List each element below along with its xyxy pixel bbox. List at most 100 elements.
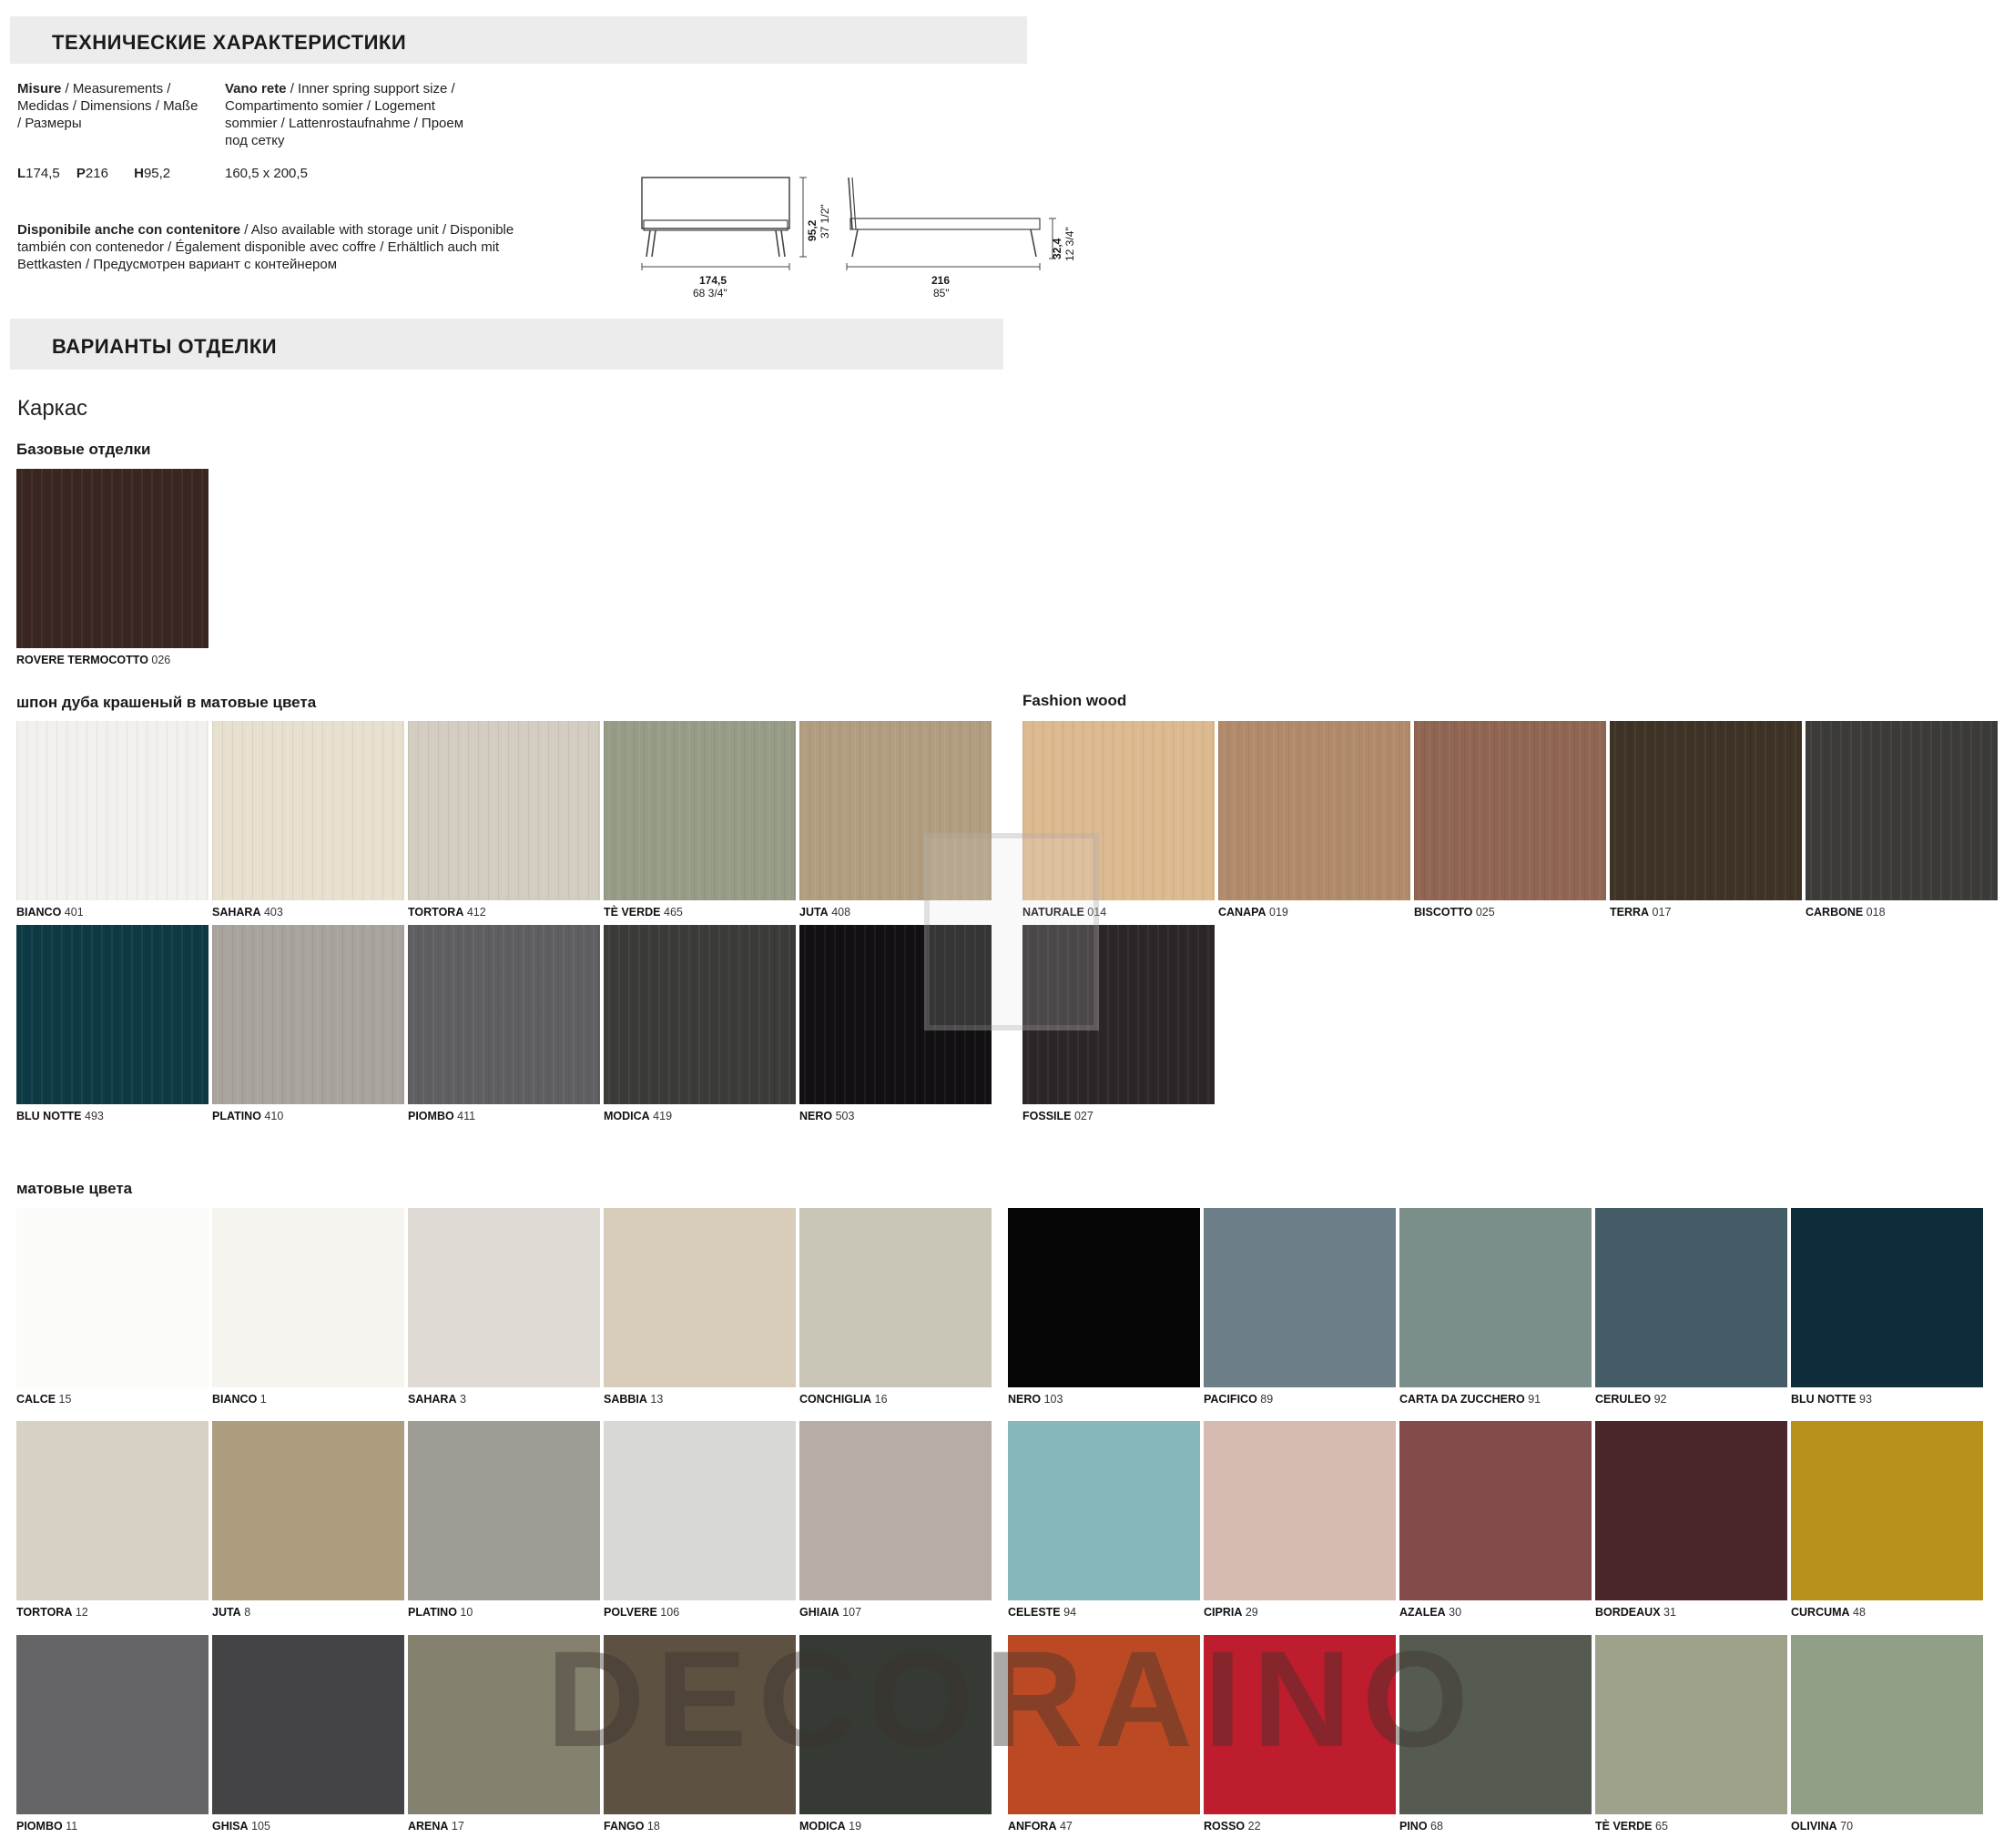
swatch-te-verde-465[interactable]	[604, 721, 796, 900]
spring-label: Vano rete / Inner spring support size / …	[225, 80, 489, 149]
swatch-name: PINO	[1399, 1820, 1428, 1833]
swatch-sahara-3[interactable]	[408, 1208, 600, 1387]
swatch-blu-notte-493[interactable]	[16, 925, 209, 1104]
swatch-code: 65	[1652, 1820, 1668, 1833]
swatch-caption: CARBONE 018	[1806, 906, 1886, 919]
swatch-name: ARENA	[408, 1820, 449, 1833]
swatch-carta-da-zucchero-91[interactable]	[1399, 1208, 1592, 1387]
spring-value: 160,5 x 200,5	[225, 166, 308, 181]
swatch-platino-410[interactable]	[212, 925, 404, 1104]
swatch-nero-103[interactable]	[1008, 1208, 1200, 1387]
side-height-value: 32,4	[1051, 238, 1063, 259]
swatch-sahara-403[interactable]	[212, 721, 404, 900]
height-inch-value: 37 1/2"	[819, 204, 831, 239]
swatch-name: SABBIA	[604, 1393, 647, 1406]
swatch-code: 92	[1651, 1393, 1667, 1406]
swatch-name: PIOMBO	[408, 1110, 454, 1122]
length-value: 174,5	[25, 166, 60, 181]
swatch-ceruleo-92[interactable]	[1595, 1208, 1787, 1387]
swatch-code: 70	[1836, 1820, 1854, 1833]
swatch-canapa-019[interactable]	[1218, 721, 1410, 900]
swatch-caption: CONCHIGLIA 16	[799, 1393, 888, 1406]
frame-title: Каркас	[17, 396, 88, 421]
swatch-name: MODICA	[604, 1110, 650, 1122]
swatch-carbone-018[interactable]	[1806, 721, 1998, 900]
swatch-bianco-401[interactable]	[16, 721, 209, 900]
swatch-tortora-412[interactable]	[408, 721, 600, 900]
side-height-label: 32,4	[1051, 239, 1063, 259]
swatch-celeste-94[interactable]	[1008, 1421, 1200, 1600]
swatch-code: 018	[1863, 906, 1886, 919]
swatch-name: SAHARA	[408, 1393, 457, 1406]
swatch-name: BIANCO	[16, 906, 62, 919]
swatch-pacifico-89[interactable]	[1204, 1208, 1396, 1387]
swatch-piombo-411[interactable]	[408, 925, 600, 1104]
swatch-name: AZALEA	[1399, 1606, 1446, 1619]
swatch-caption: CANAPA 019	[1218, 906, 1288, 919]
swatch-caption: CARTA DA ZUCCHERO 91	[1399, 1393, 1541, 1406]
swatch-blu-notte-93[interactable]	[1791, 1208, 1983, 1387]
swatch-juta-8[interactable]	[212, 1421, 404, 1600]
base-finishes-title: Базовые отделки	[16, 441, 151, 458]
watermark-logo	[924, 833, 1099, 1031]
swatch-code: 29	[1242, 1606, 1258, 1619]
swatch-caption: ARENA 17	[408, 1820, 464, 1833]
swatch-caption: POLVERE 106	[604, 1606, 679, 1619]
swatch-name: CARBONE	[1806, 906, 1864, 919]
swatch-name: OLIVINA	[1791, 1820, 1837, 1833]
swatch-code: 503	[832, 1110, 855, 1122]
swatch-curcuma-48[interactable]	[1791, 1421, 1983, 1600]
swatch-name: TÈ VERDE	[604, 906, 661, 919]
swatch-code: 410	[260, 1110, 284, 1122]
swatch-olivina-70[interactable]	[1791, 1635, 1983, 1814]
swatch-biscotto-025[interactable]	[1414, 721, 1606, 900]
swatch-caption: PLATINO 10	[408, 1606, 473, 1619]
spring-label-bold: Vano rete	[225, 81, 287, 96]
swatch-name: CANAPA	[1218, 906, 1266, 919]
swatch-bianco-1[interactable]	[212, 1208, 404, 1387]
swatch-code: 403	[260, 906, 283, 919]
swatch-caption: BLU NOTTE 93	[1791, 1393, 1872, 1406]
swatch-platino-10[interactable]	[408, 1421, 600, 1600]
swatch-calce-15[interactable]	[16, 1208, 209, 1387]
height-label: 95,2	[806, 220, 819, 241]
swatch-cipria-29[interactable]	[1204, 1421, 1396, 1600]
swatch-terra-017[interactable]	[1610, 721, 1802, 900]
swatch-caption: TÈ VERDE 65	[1595, 1820, 1668, 1833]
swatch-tortora-12[interactable]	[16, 1421, 209, 1600]
bed-front-drawing	[641, 177, 807, 270]
swatch-code: 18	[644, 1820, 660, 1833]
swatch-caption: MODICA 419	[604, 1110, 672, 1122]
swatch-ghiaia-107[interactable]	[799, 1421, 992, 1600]
swatch-caption: GHISA 105	[212, 1820, 270, 1833]
swatch-te-verde-65[interactable]	[1595, 1635, 1787, 1814]
height-inch-label: 37 1/2"	[819, 204, 831, 239]
swatch-caption: AZALEA 30	[1399, 1606, 1461, 1619]
swatch-modica-419[interactable]	[604, 925, 796, 1104]
specs-heading-bar: ТЕХНИЧЕСКИЕ ХАРАКТЕРИСТИКИ	[10, 16, 1027, 64]
swatch-conchiglia-16[interactable]	[799, 1208, 992, 1387]
swatch-name: PACIFICO	[1204, 1393, 1257, 1406]
swatch-name: JUTA	[799, 906, 829, 919]
swatch-caption: SABBIA 13	[604, 1393, 663, 1406]
swatch-sabbia-13[interactable]	[604, 1208, 796, 1387]
swatch-caption: PLATINO 410	[212, 1110, 283, 1122]
swatch-rovere-termocotto[interactable]	[16, 469, 209, 648]
swatch-code: 411	[453, 1110, 476, 1122]
swatch-azalea-30[interactable]	[1399, 1421, 1592, 1600]
swatch-polvere-106[interactable]	[604, 1421, 796, 1600]
swatch-code: 026	[151, 654, 171, 666]
swatch-ghisa-105[interactable]	[212, 1635, 404, 1814]
swatch-code: 3	[456, 1393, 466, 1406]
swatch-piombo-11[interactable]	[16, 1635, 209, 1814]
swatch-name: BIANCO	[212, 1393, 258, 1406]
swatch-name: CARTA DA ZUCCHERO	[1399, 1393, 1525, 1406]
swatch-name: CERULEO	[1595, 1393, 1652, 1406]
side-length-inch-label: 85"	[933, 287, 950, 300]
swatch-caption: PACIFICO 89	[1204, 1393, 1273, 1406]
swatch-caption: OLIVINA 70	[1791, 1820, 1853, 1833]
swatch-name: PIOMBO	[16, 1820, 63, 1833]
swatch-caption: PINO 68	[1399, 1820, 1443, 1833]
swatch-bordeaux-31[interactable]	[1595, 1421, 1787, 1600]
height-label-value: 95,2	[806, 219, 819, 241]
